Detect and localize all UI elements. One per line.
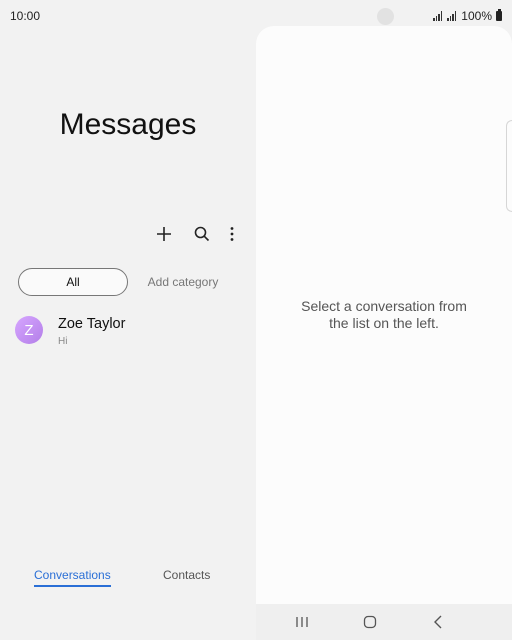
category-all-chip[interactable]: All [18,268,128,296]
signal-icon [433,11,443,21]
new-message-button[interactable] [150,222,178,246]
recent-apps-icon [296,617,308,627]
signal-icon-2 [447,11,457,21]
empty-detail-line-2: the list on the left. [329,315,439,331]
status-icons: 100% [433,9,502,23]
back-icon [434,615,442,629]
more-vertical-icon [230,227,234,241]
page-title: Messages [59,108,197,141]
more-options-button[interactable] [218,222,246,246]
system-nav-bar [256,604,512,640]
message-preview: Hi [58,336,68,347]
empty-detail-message: Select a conversation from the list on t… [256,298,512,332]
list-item[interactable]: Z Zoe Taylor Hi [0,310,256,350]
front-camera [377,8,394,25]
conversation-detail-pane: Select a conversation from the list on t… [256,26,512,604]
tab-contacts[interactable]: Contacts [163,568,210,582]
battery-percent: 100% [461,9,492,23]
back-button[interactable] [426,614,450,630]
avatar: Z [15,316,43,344]
home-icon [363,615,377,629]
conversation-list-pane: Messages All Add category Z Zoe Taylor H… [0,32,256,640]
search-icon [194,226,210,242]
battery-icon [496,9,502,21]
add-category-button[interactable]: Add category [146,268,220,296]
search-button[interactable] [188,222,216,246]
tab-conversations[interactable]: Conversations [34,568,111,587]
tab-conversations-label: Conversations [34,568,111,582]
active-tab-indicator [34,585,111,587]
edge-panel-handle[interactable] [506,120,512,212]
bottom-tabs: Conversations Contacts [0,568,256,598]
plus-icon [157,227,171,241]
status-time: 10:00 [10,9,41,23]
list-toolbar [150,222,246,246]
home-button[interactable] [358,614,382,630]
contact-name: Zoe Taylor [58,316,126,332]
recent-apps-button[interactable] [290,614,314,630]
empty-detail-line-1: Select a conversation from [301,298,467,314]
